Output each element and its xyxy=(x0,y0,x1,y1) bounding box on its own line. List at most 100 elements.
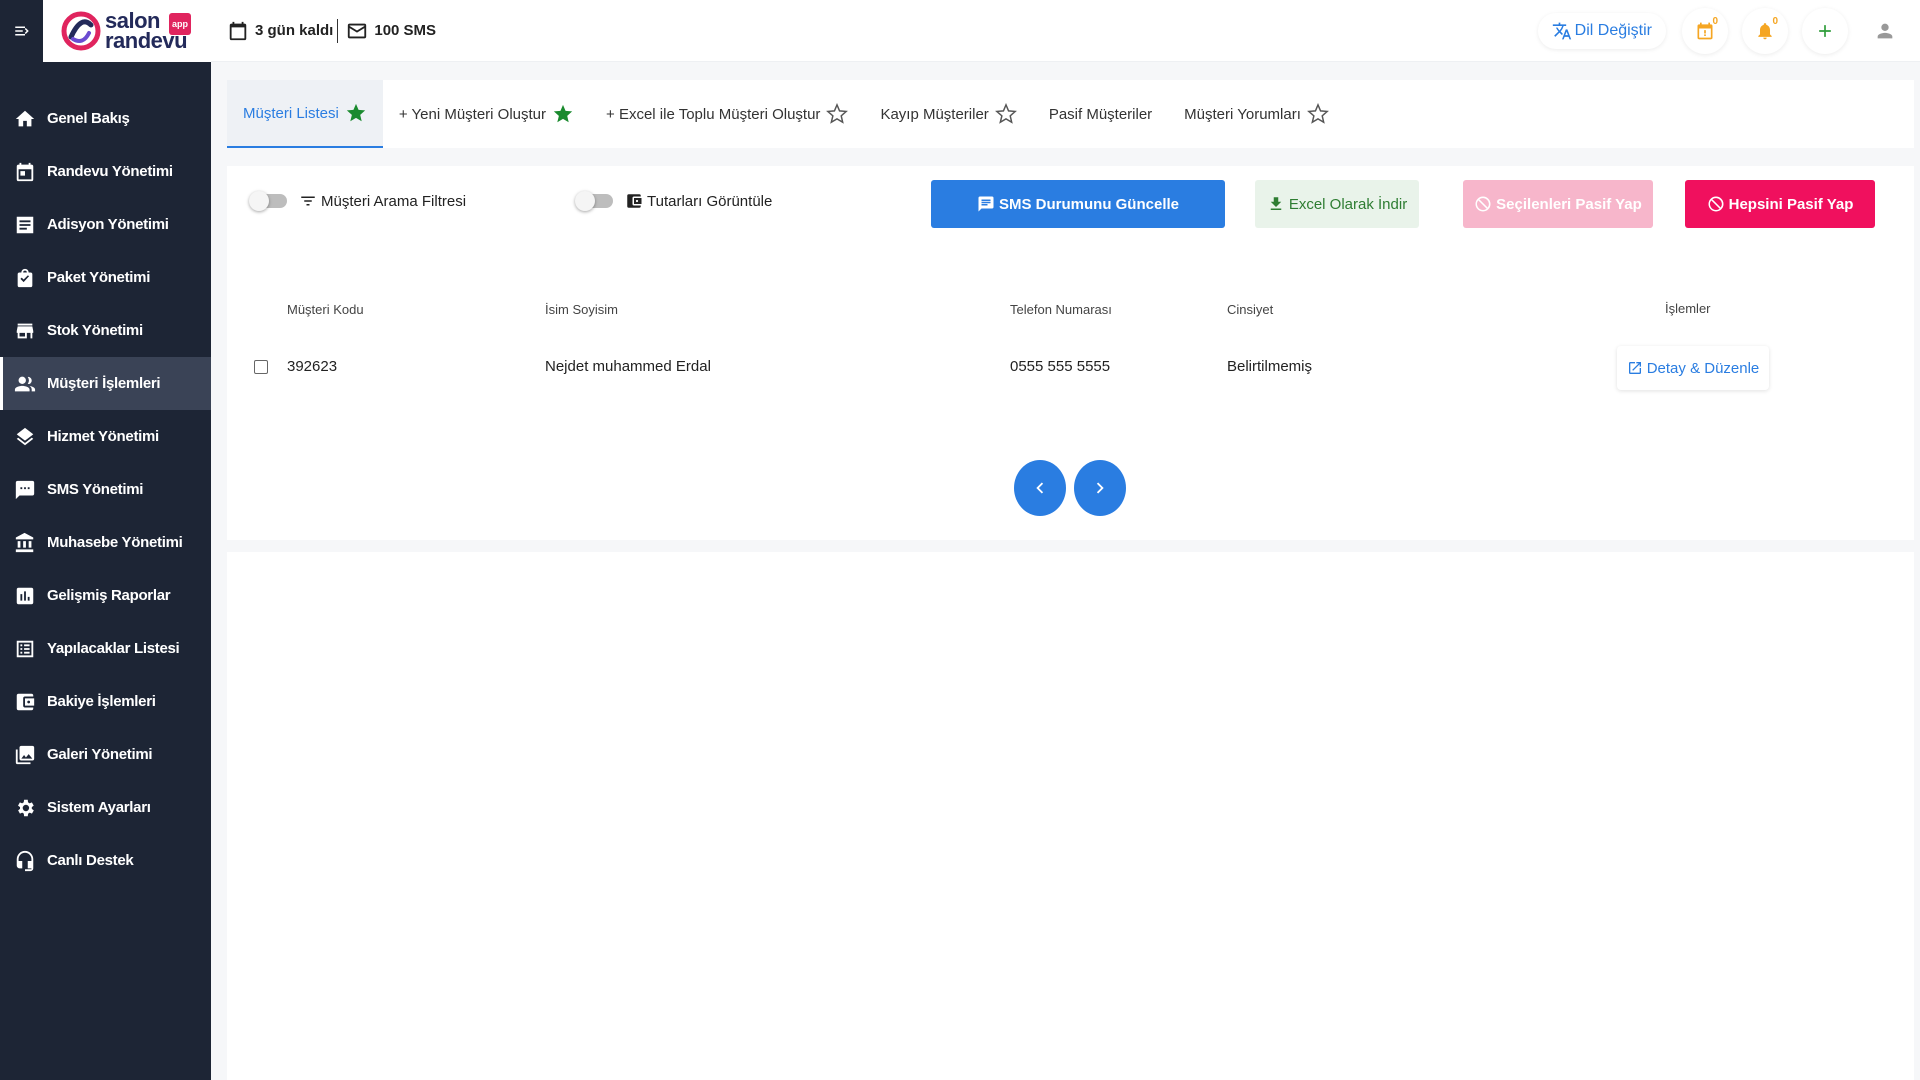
sidebar-item-ayarlar[interactable]: Sistem Ayarları xyxy=(0,781,211,834)
prev-page-button[interactable] xyxy=(1014,460,1066,516)
quick-add-button[interactable] xyxy=(1802,8,1848,54)
empty-content-area xyxy=(227,552,1914,1080)
sidebar-item-musteri[interactable]: Müşteri İşlemleri xyxy=(0,357,211,410)
days-left-text: 3 gün kaldı xyxy=(255,22,334,39)
sidebar-item-label: Galeri Yönetimi xyxy=(47,746,153,763)
column-header: İşlemler xyxy=(1665,301,1711,316)
sidebar-header: salon randevu app xyxy=(0,0,211,62)
search-filter-switch[interactable] xyxy=(249,191,287,211)
passivate-all-button[interactable]: Hepsini Pasif Yap xyxy=(1685,180,1875,228)
column-header[interactable]: Cinsiyet xyxy=(1227,302,1273,317)
tab-pasif-musteriler[interactable]: Pasif Müşteriler xyxy=(1033,80,1168,148)
show-amounts-label: Tutarları Görüntüle xyxy=(647,192,773,210)
row-checkbox[interactable] xyxy=(254,360,268,374)
chart-icon xyxy=(14,585,36,607)
sidebar-item-genel-bakis[interactable]: Genel Bakış xyxy=(0,92,211,145)
column-header[interactable]: İsim Soyisim xyxy=(545,302,618,317)
star-outline-icon[interactable] xyxy=(826,103,849,125)
block-icon xyxy=(1708,196,1724,212)
wallet-icon xyxy=(14,691,36,713)
tab-label: + Yeni Müşteri Oluştur xyxy=(398,105,547,123)
sidebar-item-label: Sistem Ayarları xyxy=(47,799,151,816)
days-left-indicator: 3 gün kaldı xyxy=(227,20,333,42)
top-bar: 3 gün kaldı 100 SMS Dil Değiştir 0 0 xyxy=(211,0,1920,62)
filter-icon xyxy=(301,196,315,206)
layers-icon xyxy=(14,426,36,448)
tab-label: Müşteri Yorumları xyxy=(1184,105,1301,123)
tab-yeni-musteri[interactable]: + Yeni Müşteri Oluştur xyxy=(383,80,590,148)
sidebar-item-label: Genel Bakış xyxy=(47,110,130,127)
column-header[interactable]: Telefon Numarası xyxy=(1010,302,1112,317)
sidebar-item-paket[interactable]: Paket Yönetimi xyxy=(0,251,211,304)
sidebar-item-randevu[interactable]: Randevu Yönetimi xyxy=(0,145,211,198)
sidebar-item-hizmet[interactable]: Hizmet Yönetimi xyxy=(0,410,211,463)
tab-label: Müşteri Listesi xyxy=(243,104,339,122)
detail-edit-button[interactable]: Detay & Düzenle xyxy=(1617,346,1769,390)
sidebar-item-raporlar[interactable]: Gelişmiş Raporlar xyxy=(0,569,211,622)
pagination xyxy=(1014,460,1134,516)
top-actions: Dil Değiştir 0 0 xyxy=(1538,0,1920,62)
gear-icon xyxy=(14,797,36,819)
sidebar-toggle-button[interactable] xyxy=(0,0,43,62)
star-outline-icon[interactable] xyxy=(994,103,1017,125)
brand-badge: app xyxy=(169,13,192,35)
show-amounts-toggle-group: Tutarları Görüntüle xyxy=(575,191,773,211)
tab-label: Kayıp Müşteriler xyxy=(880,105,989,123)
list-icon xyxy=(14,638,36,660)
headset-icon xyxy=(14,850,36,872)
gallery-icon xyxy=(14,744,36,766)
store-icon xyxy=(14,320,36,342)
sidebar: salon randevu app Genel Bakış Randevu Yö… xyxy=(0,0,211,1080)
next-page-button[interactable] xyxy=(1074,460,1126,516)
update-sms-status-button[interactable]: SMS Durumunu Güncelle xyxy=(931,180,1225,228)
calendar-notification-button[interactable]: 0 xyxy=(1682,8,1728,54)
sidebar-item-stok[interactable]: Stok Yönetimi xyxy=(0,304,211,357)
bag-icon xyxy=(14,267,36,289)
star-outline-icon[interactable] xyxy=(1306,103,1329,125)
star-filled-icon[interactable] xyxy=(552,103,574,125)
tab-musteri-yorumlari[interactable]: Müşteri Yorumları xyxy=(1168,80,1345,148)
calendar-notification-count: 0 xyxy=(1712,16,1718,27)
sidebar-item-yapilacaklar[interactable]: Yapılacaklar Listesi xyxy=(0,622,211,675)
tab-musteri-listesi[interactable]: Müşteri Listesi xyxy=(227,80,383,148)
passivate-selected-button[interactable]: Seçilenleri Pasif Yap xyxy=(1463,180,1653,228)
customer-tabs: Müşteri Listesi + Yeni Müşteri Oluştur +… xyxy=(227,80,1914,148)
sidebar-item-destek[interactable]: Canlı Destek xyxy=(0,834,211,887)
sms-count-indicator: 100 SMS xyxy=(346,20,436,42)
tab-excel-toplu[interactable]: + Excel ile Toplu Müşteri Oluştur xyxy=(590,80,864,148)
language-switch-label: Dil Değiştir xyxy=(1574,22,1652,39)
calendar-icon xyxy=(229,21,247,40)
sidebar-item-label: Randevu Yönetimi xyxy=(47,163,173,180)
star-filled-icon[interactable] xyxy=(345,102,367,124)
sidebar-item-label: SMS Yönetimi xyxy=(47,481,144,498)
export-excel-label: Excel Olarak İndir xyxy=(1288,195,1408,213)
show-amounts-switch[interactable] xyxy=(575,191,613,211)
sidebar-item-label: Gelişmiş Raporlar xyxy=(47,587,171,604)
sidebar-item-bakiye[interactable]: Bakiye İşlemleri xyxy=(0,675,211,728)
mail-icon xyxy=(348,23,367,38)
notifications-button[interactable]: 0 xyxy=(1742,8,1788,54)
table-row: 392623 Nejdet muhammed Erdal 0555 555 55… xyxy=(227,346,1914,390)
export-excel-button[interactable]: Excel Olarak İndir xyxy=(1255,180,1419,228)
chevron-right-icon xyxy=(1096,482,1104,494)
sidebar-item-muhasebe[interactable]: Muhasebe Yönetimi xyxy=(0,516,211,569)
table-header: Müşteri Kodu İsim Soyisim Telefon Numara… xyxy=(227,301,1914,322)
user-avatar[interactable] xyxy=(1862,8,1908,54)
wallet-icon xyxy=(627,194,642,208)
customer-phone: 0555 555 5555 xyxy=(1010,358,1111,375)
language-switch-button[interactable]: Dil Değiştir xyxy=(1538,13,1666,49)
logo-mark-icon xyxy=(61,11,101,51)
receipt-icon xyxy=(14,214,36,236)
sidebar-item-adisyon[interactable]: Adisyon Yönetimi xyxy=(0,198,211,251)
column-header[interactable]: Müşteri Kodu xyxy=(287,302,364,317)
brand-logo[interactable]: salon randevu app xyxy=(43,10,192,52)
tab-kayip-musteriler[interactable]: Kayıp Müşteriler xyxy=(864,80,1032,148)
sms-count-text: 100 SMS xyxy=(374,22,437,39)
plus-icon xyxy=(1819,25,1831,37)
sidebar-item-galeri[interactable]: Galeri Yönetimi xyxy=(0,728,211,781)
sidebar-item-label: Paket Yönetimi xyxy=(47,269,151,286)
sidebar-item-sms[interactable]: SMS Yönetimi xyxy=(0,463,211,516)
translate-icon xyxy=(1552,22,1571,40)
sidebar-menu: Genel Bakış Randevu Yönetimi Adisyon Yön… xyxy=(0,92,211,887)
menu-collapse-icon xyxy=(14,26,29,36)
